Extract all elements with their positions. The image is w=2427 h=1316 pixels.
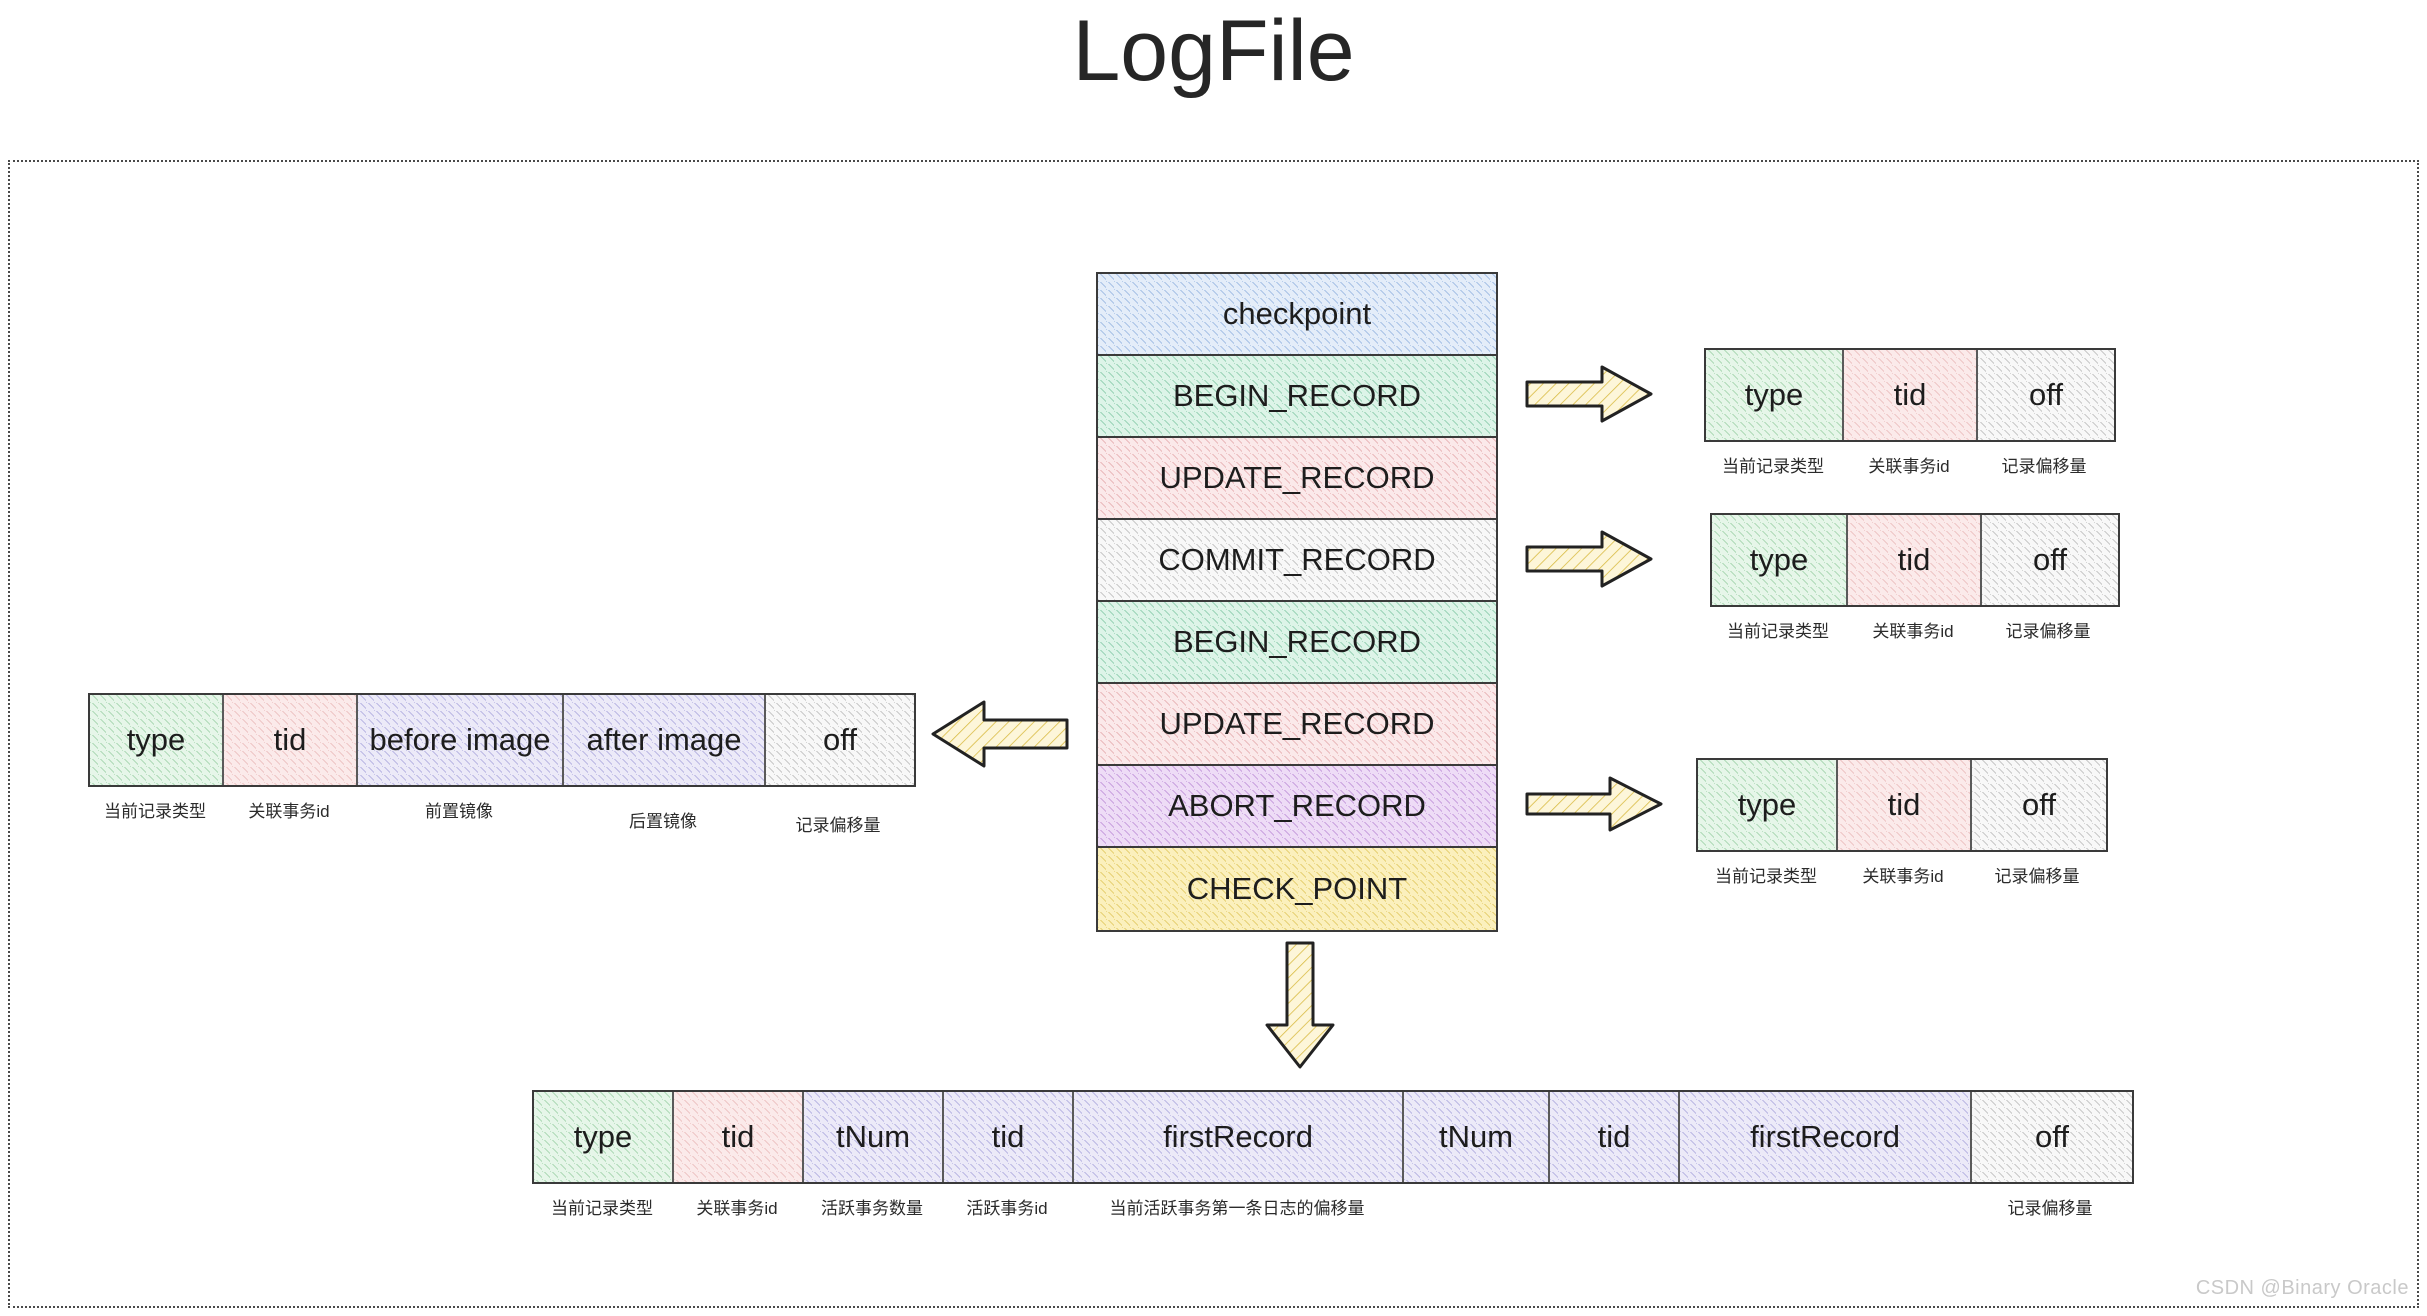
commit-field-tid[interactable]: tid bbox=[1848, 515, 1982, 605]
arrow-left-icon-update bbox=[930, 698, 1070, 770]
caption-commit-off: 记录偏移量 bbox=[2005, 622, 2091, 641]
update-record-captions: 当前记录类型 关联事务id 前置镜像 后置镜像 记录偏移量 bbox=[88, 797, 916, 836]
abort-field-off[interactable]: off bbox=[1972, 760, 2106, 850]
log-row-begin-record-1[interactable]: BEGIN_RECORD bbox=[1098, 356, 1496, 438]
cp-field-type[interactable]: type bbox=[534, 1092, 674, 1182]
arrow-down-icon-checkpoint bbox=[1262, 940, 1338, 1070]
cp-field-tnum-1[interactable]: tNum bbox=[804, 1092, 944, 1182]
check-point-record-captions: 当前记录类型 关联事务id 活跃事务数量 活跃事务id 当前活跃事务第一条日志的… bbox=[532, 1194, 2134, 1219]
abort-field-tid[interactable]: tid bbox=[1838, 760, 1972, 850]
arrow-right-icon-commit bbox=[1524, 529, 1654, 589]
watermark: CSDN @Binary Oracle bbox=[2195, 1277, 2409, 1299]
commit-record-layout: type tid off bbox=[1710, 513, 2120, 607]
caption-begin-type: 当前记录类型 bbox=[1722, 457, 1824, 476]
diagram-canvas: LogFile checkpoint BEGIN_RECORD UPDATE_R… bbox=[0, 0, 2427, 1316]
caption-abort-off: 记录偏移量 bbox=[1994, 867, 2080, 886]
arrow-right-icon-begin bbox=[1524, 364, 1654, 424]
log-file-stack: checkpoint BEGIN_RECORD UPDATE_RECORD CO… bbox=[1096, 272, 1498, 932]
caption-cp-off: 记录偏移量 bbox=[2007, 1199, 2093, 1218]
caption-cp-firstrecord-2 bbox=[1678, 1194, 1970, 1219]
caption-cp-tnum-1: 活跃事务数量 bbox=[821, 1199, 923, 1218]
cp-field-firstrecord-2[interactable]: firstRecord bbox=[1680, 1092, 1972, 1182]
begin-field-off[interactable]: off bbox=[1978, 350, 2114, 440]
commit-record-captions: 当前记录类型 关联事务id 记录偏移量 bbox=[1710, 617, 2120, 642]
cp-field-tnum-2[interactable]: tNum bbox=[1404, 1092, 1550, 1182]
abort-record-layout: type tid off bbox=[1696, 758, 2108, 852]
caption-begin-off: 记录偏移量 bbox=[2001, 457, 2087, 476]
check-point-record-layout: type tid tNum tid firstRecord tNum tid f… bbox=[532, 1090, 2134, 1184]
caption-cp-tid-1: 关联事务id bbox=[696, 1199, 778, 1218]
caption-update-type: 当前记录类型 bbox=[104, 802, 206, 821]
cp-field-tid-2[interactable]: tid bbox=[944, 1092, 1074, 1182]
begin-record-captions: 当前记录类型 关联事务id 记录偏移量 bbox=[1704, 452, 2116, 477]
abort-field-type[interactable]: type bbox=[1698, 760, 1838, 850]
cp-field-tid-3[interactable]: tid bbox=[1550, 1092, 1680, 1182]
log-row-update-record-1[interactable]: UPDATE_RECORD bbox=[1098, 438, 1496, 520]
update-field-off[interactable]: off bbox=[766, 695, 914, 785]
caption-commit-type: 当前记录类型 bbox=[1727, 622, 1829, 641]
begin-record-layout: type tid off bbox=[1704, 348, 2116, 442]
page-title: LogFile bbox=[1072, 3, 1355, 99]
update-field-before-image[interactable]: before image bbox=[358, 695, 564, 785]
caption-update-tid: 关联事务id bbox=[248, 802, 330, 821]
log-row-abort-record[interactable]: ABORT_RECORD bbox=[1098, 766, 1496, 848]
caption-cp-tid-2: 活跃事务id bbox=[966, 1199, 1048, 1218]
update-record-layout: type tid before image after image off bbox=[88, 693, 916, 787]
caption-cp-tnum-2 bbox=[1402, 1194, 1548, 1219]
cp-field-firstrecord-1[interactable]: firstRecord bbox=[1074, 1092, 1404, 1182]
caption-update-before-image: 前置镜像 bbox=[425, 802, 493, 821]
caption-begin-tid: 关联事务id bbox=[1868, 457, 1950, 476]
log-row-commit-record[interactable]: COMMIT_RECORD bbox=[1098, 520, 1496, 602]
update-field-after-image[interactable]: after image bbox=[564, 695, 766, 785]
commit-field-type[interactable]: type bbox=[1712, 515, 1848, 605]
update-field-tid[interactable]: tid bbox=[224, 695, 358, 785]
log-row-update-record-2[interactable]: UPDATE_RECORD bbox=[1098, 684, 1496, 766]
caption-update-after-image: 后置镜像 bbox=[629, 812, 697, 831]
abort-record-captions: 当前记录类型 关联事务id 记录偏移量 bbox=[1696, 862, 2108, 887]
begin-field-type[interactable]: type bbox=[1706, 350, 1844, 440]
caption-commit-tid: 关联事务id bbox=[1872, 622, 1954, 641]
begin-field-tid[interactable]: tid bbox=[1844, 350, 1978, 440]
caption-update-off: 记录偏移量 bbox=[795, 816, 881, 835]
update-field-type[interactable]: type bbox=[90, 695, 224, 785]
caption-cp-type: 当前记录类型 bbox=[551, 1199, 653, 1218]
log-row-checkpoint[interactable]: checkpoint bbox=[1098, 274, 1496, 356]
commit-field-off[interactable]: off bbox=[1982, 515, 2118, 605]
log-row-check-point[interactable]: CHECK_POINT bbox=[1098, 848, 1496, 930]
arrow-right-icon-abort bbox=[1524, 774, 1664, 834]
caption-cp-firstrecord-1: 当前活跃事务第一条日志的偏移量 bbox=[1109, 1199, 1365, 1218]
caption-abort-tid: 关联事务id bbox=[1862, 867, 1944, 886]
cp-field-tid-1[interactable]: tid bbox=[674, 1092, 804, 1182]
caption-cp-tid-3 bbox=[1548, 1194, 1678, 1219]
caption-abort-type: 当前记录类型 bbox=[1715, 867, 1817, 886]
log-row-begin-record-2[interactable]: BEGIN_RECORD bbox=[1098, 602, 1496, 684]
cp-field-off[interactable]: off bbox=[1972, 1092, 2132, 1182]
